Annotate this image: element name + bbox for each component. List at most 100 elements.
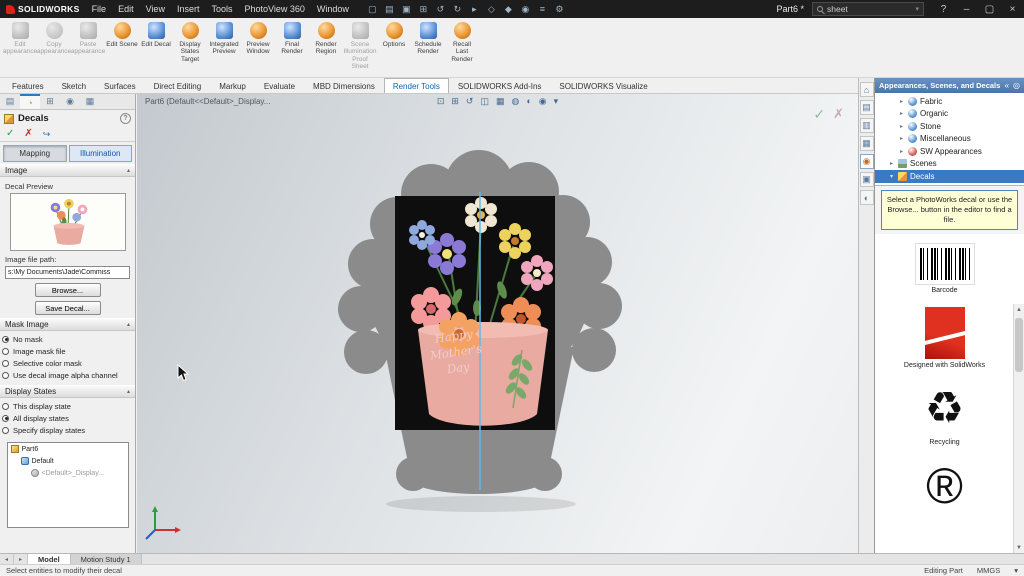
ribbon-button[interactable]: Recall Last Render	[445, 18, 479, 77]
document-tab[interactable]: Motion Study 1	[71, 554, 142, 564]
menu-item[interactable]: Edit	[112, 0, 140, 18]
expand-arrow-icon[interactable]: ▸	[898, 135, 905, 142]
manager-tab-icon[interactable]: ⊞	[40, 94, 60, 109]
search-box[interactable]: ▾	[812, 2, 924, 16]
scroll-down-icon[interactable]: ▼	[1014, 542, 1024, 553]
card-model[interactable]	[309, 122, 689, 552]
ribbon-button[interactable]: Integrated Preview	[207, 18, 241, 77]
scroll-up-icon[interactable]: ▲	[1014, 304, 1024, 315]
display-state-option-radio[interactable]: All display states	[2, 412, 133, 424]
menu-item[interactable]: File	[86, 0, 113, 18]
ribbon-button[interactable]: Edit appearance	[3, 18, 37, 77]
quick-access-icon[interactable]: ▣	[399, 2, 414, 16]
menu-item[interactable]: PhotoView 360	[238, 0, 310, 18]
view-toolbar-icon[interactable]: ◐	[526, 95, 531, 107]
display-state-option-radio[interactable]: Specify display states	[2, 424, 133, 436]
task-pane-tab-icon[interactable]: ◉	[860, 154, 874, 169]
display-states-group-header[interactable]: Display States ▴	[0, 385, 135, 398]
ribbon-button[interactable]: Options	[377, 18, 411, 77]
mask-option-radio[interactable]: Use decal image alpha channel	[2, 369, 133, 381]
view-toolbar-icon[interactable]: ▾	[554, 95, 559, 107]
view-toolbar-icon[interactable]: ⊡	[437, 95, 445, 107]
status-indicator[interactable]: ▾	[1014, 566, 1018, 575]
minimize-button[interactable]: –	[955, 0, 978, 18]
ribbon-tab[interactable]: Features	[3, 78, 53, 93]
menu-item[interactable]: Tools	[205, 0, 238, 18]
keep-visible-icon[interactable]: ↪	[43, 130, 51, 139]
document-tab[interactable]: Model	[28, 554, 71, 564]
confirm-cancel-icon[interactable]: ✗	[833, 106, 844, 123]
task-pane-tab-icon[interactable]: ▣	[860, 172, 874, 187]
quick-access-icon[interactable]: ⊞	[416, 2, 431, 16]
expand-arrow-icon[interactable]: ▸	[898, 98, 905, 105]
help-icon[interactable]: ?	[120, 113, 131, 124]
quick-access-icon[interactable]: ⚙	[552, 2, 567, 16]
tree-item[interactable]: ▸ Miscellaneous	[875, 133, 1024, 146]
task-pane-tab-icon[interactable]: ◐	[860, 190, 874, 205]
graphics-area[interactable]: Part6 (Default<<Default>_Display... ⊡⊞↺◫…	[137, 94, 858, 553]
tree-item[interactable]: ▾ Decals	[875, 170, 1024, 183]
decal-tab[interactable]: Illumination	[69, 145, 133, 162]
ribbon-button[interactable]: Scene Illumination Proof Sheet	[343, 18, 377, 77]
ok-button[interactable]: ✓	[6, 129, 14, 139]
manager-tab-icon[interactable]: ◉	[60, 94, 80, 109]
ribbon-button[interactable]: Edit Decal	[139, 18, 173, 77]
image-file-path-input[interactable]	[5, 266, 130, 279]
status-indicator[interactable]: MMGS	[977, 566, 1000, 575]
ribbon-button[interactable]: Edit Scene	[105, 18, 139, 77]
help-button[interactable]: ?	[932, 0, 955, 18]
tab-scroll-right-icon[interactable]: ▸	[14, 554, 28, 564]
mask-image-group-header[interactable]: Mask Image ▴	[0, 318, 135, 331]
ribbon-tab[interactable]: MBD Dimensions	[304, 78, 384, 93]
quick-access-icon[interactable]: ◉	[518, 2, 533, 16]
collapse-icon[interactable]: «	[1005, 81, 1009, 90]
quick-access-icon[interactable]: ↺	[433, 2, 448, 16]
pin-icon[interactable]: ◎	[1013, 81, 1020, 90]
display-state-option-radio[interactable]: This display state	[2, 400, 133, 412]
view-toolbar-icon[interactable]: ◉	[539, 95, 547, 107]
tree-row[interactable]: Part6	[8, 443, 128, 455]
image-group-header[interactable]: Image ▴	[0, 164, 135, 177]
expand-arrow-icon[interactable]: ▸	[898, 110, 905, 117]
menu-item[interactable]: Insert	[171, 0, 206, 18]
expand-arrow-icon[interactable]: ▸	[888, 160, 895, 167]
ribbon-button[interactable]: Final Render	[275, 18, 309, 77]
close-button[interactable]: ×	[1001, 0, 1024, 18]
quick-access-icon[interactable]: ◆	[501, 2, 516, 16]
ribbon-tab[interactable]: Surfaces	[95, 78, 145, 93]
mask-option-radio[interactable]: Image mask file	[2, 345, 133, 357]
view-toolbar-icon[interactable]: ◫	[480, 95, 489, 107]
search-input[interactable]	[827, 4, 897, 14]
view-toolbar-icon[interactable]: ⊞	[451, 95, 459, 107]
tree-row[interactable]: <Default>_Display...	[8, 467, 128, 479]
ribbon-button[interactable]: Schedule Render	[411, 18, 445, 77]
quick-access-icon[interactable]: ≡	[535, 2, 550, 16]
quick-access-icon[interactable]: ↻	[450, 2, 465, 16]
menu-item[interactable]: Window	[311, 0, 355, 18]
expand-arrow-icon[interactable]: ▸	[898, 123, 905, 130]
decal-thumbnail[interactable]: Designed with SolidWorks	[904, 307, 985, 369]
save-decal-button[interactable]: Save Decal...	[35, 301, 101, 315]
expand-arrow-icon[interactable]: ▸	[898, 148, 905, 155]
tree-item[interactable]: ▸ Stone	[875, 120, 1024, 133]
confirm-ok-icon[interactable]: ✓	[813, 106, 825, 123]
task-pane-tab-icon[interactable]: ▥	[860, 118, 874, 133]
decal-thumbnail[interactable]: ♻ Recycling	[914, 382, 976, 446]
mask-option-radio[interactable]: No mask	[2, 333, 133, 345]
search-chevron-icon[interactable]: ▾	[915, 5, 919, 13]
manager-tab-icon[interactable]: ▦	[80, 94, 100, 109]
tree-item[interactable]: ▸ SW Appearances	[875, 145, 1024, 158]
quick-access-icon[interactable]: ▸	[467, 2, 482, 16]
tree-row[interactable]: Default	[8, 455, 128, 467]
ribbon-tab[interactable]: Markup	[210, 78, 255, 93]
expand-arrow-icon[interactable]: ▾	[888, 173, 895, 180]
view-toolbar-icon[interactable]: ▦	[496, 95, 505, 107]
scroll-thumb[interactable]	[1015, 318, 1023, 372]
quick-access-icon[interactable]: ▢	[365, 2, 380, 16]
ribbon-tab[interactable]: SOLIDWORKS Visualize	[550, 78, 656, 93]
maximize-button[interactable]: ▢	[978, 0, 1001, 18]
tree-item[interactable]: ▸ Fabric	[875, 95, 1024, 108]
ribbon-tab[interactable]: Sketch	[53, 78, 95, 93]
decal-thumbnail[interactable]: ®	[914, 459, 976, 516]
browse-button[interactable]: Browse...	[35, 283, 101, 297]
